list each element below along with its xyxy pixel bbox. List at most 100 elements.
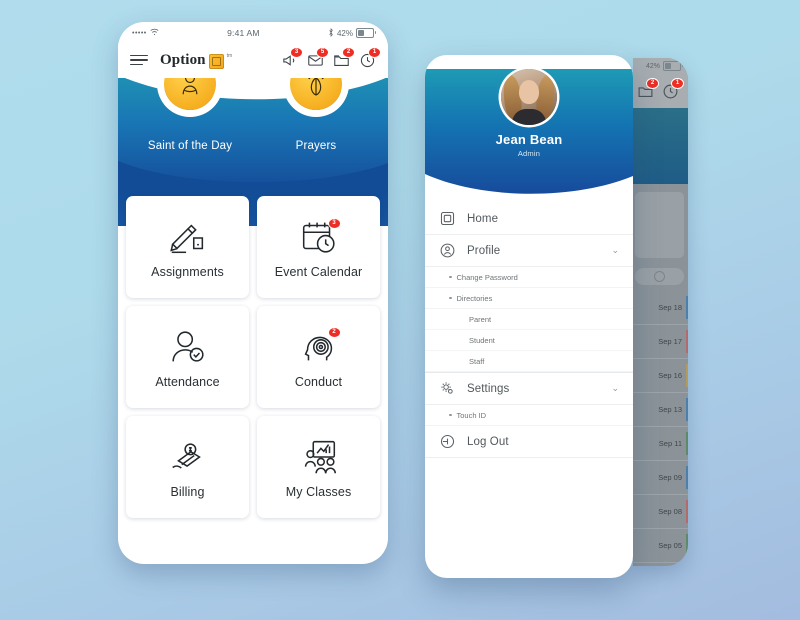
folder-icon[interactable]: 2 — [333, 47, 354, 69]
profile-header: Jean Bean Admin — [425, 69, 633, 198]
submenu-item-directories[interactable]: Directories — [425, 288, 633, 309]
status-time: 9:41 AM — [227, 28, 260, 38]
list-item[interactable]: Sep 16 — [633, 359, 688, 393]
list-item[interactable]: Sep 13 — [633, 393, 688, 427]
home-phone: ••••• 9:41 AM 42% Option tm 3 5 2 1 Sain… — [118, 22, 388, 564]
home-cube-icon — [439, 210, 456, 227]
back-phone-status-bar: 42% — [633, 58, 688, 74]
clock-icon[interactable]: 1 — [662, 78, 683, 100]
badge-count: 2 — [328, 328, 340, 337]
tile-label: Assignments — [151, 265, 224, 279]
app-header: Option tm 3 5 2 1 — [118, 42, 388, 78]
hero-item-label: Saint of the Day — [147, 140, 233, 152]
clock-icon[interactable]: 1 — [359, 47, 380, 69]
battery-percent-label: 42% — [336, 28, 353, 38]
user-check-icon — [165, 325, 211, 369]
signal-dots: ••••• — [132, 29, 147, 37]
badge-count: 2 — [647, 78, 658, 88]
search-icon — [654, 271, 665, 282]
back-phone-search[interactable] — [635, 268, 684, 285]
submenu-item-label: Touch ID — [456, 410, 487, 420]
date-label: Sep 05 — [658, 541, 682, 550]
list-item[interactable]: Sep 11 — [633, 427, 688, 461]
tile-assignments[interactable]: Assignments — [126, 196, 249, 298]
writing-hand-icon — [165, 215, 211, 259]
badge-count: 5 — [317, 47, 328, 57]
submenu-item-label: Student — [469, 335, 495, 345]
date-label: Sep 08 — [658, 507, 682, 516]
profile-name: Jean Bean — [495, 132, 563, 147]
back-phone-date-list: Sep 18 Sep 17 Sep 16 Sep 13 Sep 11 Sep 0… — [633, 291, 688, 566]
scene: 42% 2 1 Sep 18 Sep 17 Sep 16 Sep 13 Sep … — [0, 0, 800, 620]
bluetooth-icon — [328, 27, 334, 39]
submenu-item-change-password[interactable]: Change Password — [425, 267, 633, 288]
date-label: Sep 17 — [658, 337, 682, 346]
avatar[interactable] — [501, 69, 557, 125]
folder-icon[interactable]: 2 — [637, 78, 658, 100]
hero-curve — [425, 174, 633, 198]
logout-icon — [439, 433, 456, 450]
list-item[interactable]: Sep 18 — [633, 291, 688, 325]
submenu-item-parent[interactable]: Parent — [425, 309, 633, 330]
calendar-clock-icon: 3 — [296, 215, 342, 259]
tile-label: Billing — [170, 485, 205, 499]
battery-icon — [356, 28, 376, 38]
wifi-icon — [150, 28, 159, 38]
menu-item-profile[interactable]: Profile ⌄ — [425, 235, 633, 267]
presentation-board-icon — [296, 435, 342, 479]
submenu-item-label: Change Password — [456, 272, 518, 282]
submenu-item-label: Directories — [456, 293, 493, 303]
hero-bottom-curve — [118, 161, 388, 185]
hamburger-menu-icon[interactable] — [130, 54, 148, 66]
submenu-item-label: Parent — [469, 314, 492, 324]
cash-hand-icon — [165, 435, 211, 479]
badge-count: 3 — [291, 47, 302, 57]
tile-my-classes[interactable]: My Classes — [257, 416, 380, 518]
date-label: Sep 13 — [658, 405, 682, 414]
menu-item-label: Home — [467, 212, 499, 225]
list-item[interactable]: Sep 02 — [633, 563, 688, 566]
date-label: Sep 18 — [658, 303, 682, 312]
back-battery-icon — [663, 61, 683, 71]
date-label: Sep 16 — [658, 371, 682, 380]
chevron-down-icon[interactable]: ⌄ — [611, 246, 619, 255]
chevron-down-icon[interactable]: ⌄ — [611, 384, 619, 393]
list-item[interactable]: Sep 08 — [633, 495, 688, 529]
back-phone-header: 2 1 — [633, 74, 688, 108]
tile-attendance[interactable]: Attendance — [126, 306, 249, 408]
back-phone-hero — [633, 108, 688, 184]
bullet-icon — [449, 296, 452, 300]
submenu-item-student[interactable]: Student — [425, 330, 633, 351]
tile-label: My Classes — [285, 485, 352, 499]
brand-name: Option — [160, 51, 206, 68]
date-label: Sep 09 — [658, 473, 682, 482]
tile-billing[interactable]: Billing — [126, 416, 249, 518]
profile-icon — [439, 242, 456, 259]
tile-conduct[interactable]: 2 Conduct — [257, 306, 380, 408]
back-battery-label: 42% — [645, 62, 660, 70]
header-icon-group: 3 5 2 1 — [281, 47, 380, 69]
brand-logo: Option tm — [160, 52, 232, 69]
tile-grid: Assignments 3 Event Calendar Attendance … — [118, 196, 388, 526]
head-brain-icon: 2 — [296, 325, 342, 369]
background-phone: 42% 2 1 Sep 18 Sep 17 Sep 16 Sep 13 Sep … — [633, 58, 688, 566]
badge-count: 1 — [672, 78, 683, 88]
announcement-icon[interactable]: 3 — [281, 47, 302, 69]
profile-role: Admin — [517, 149, 541, 158]
badge-count: 1 — [369, 47, 380, 57]
tile-label: Event Calendar — [274, 265, 363, 279]
badge-count: 3 — [328, 219, 340, 228]
menu-item-settings[interactable]: Settings ⌄ — [425, 373, 633, 405]
submenu-item-staff[interactable]: Staff — [425, 351, 633, 372]
list-item[interactable]: Sep 17 — [633, 325, 688, 359]
submenu-item-touch-id[interactable]: Touch ID — [425, 405, 633, 426]
menu-item-home[interactable]: Home — [425, 203, 633, 235]
menu-item-log-out[interactable]: Log Out — [425, 426, 633, 458]
menu-item-label: Settings — [467, 382, 510, 395]
list-item[interactable]: Sep 09 — [633, 461, 688, 495]
status-bar: ••••• 9:41 AM 42% — [118, 22, 388, 42]
list-item[interactable]: Sep 05 — [633, 529, 688, 563]
tile-event-calendar[interactable]: 3 Event Calendar — [257, 196, 380, 298]
mail-icon[interactable]: 5 — [307, 47, 328, 69]
date-label: Sep 11 — [658, 439, 682, 448]
